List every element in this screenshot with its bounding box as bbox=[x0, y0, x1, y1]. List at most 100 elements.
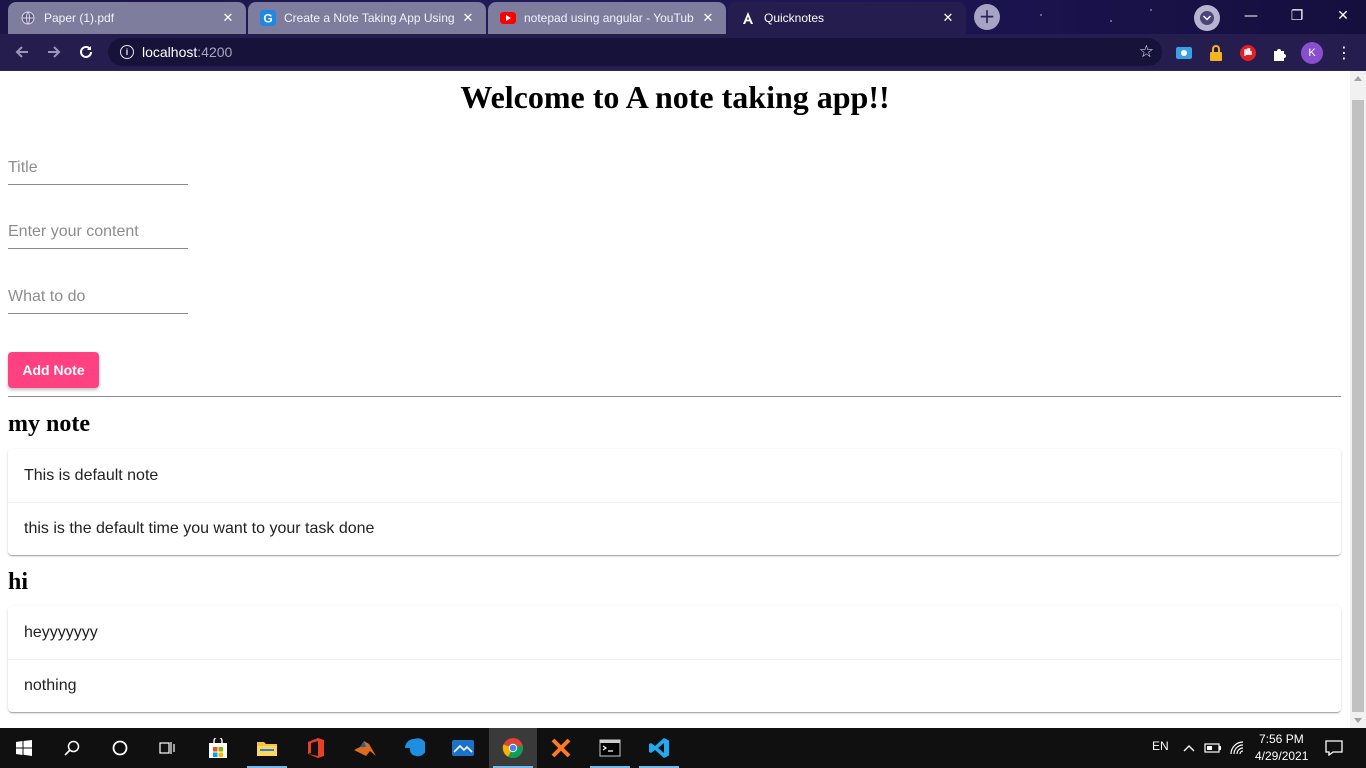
close-tab-icon[interactable]: ✕ bbox=[700, 10, 716, 26]
close-tab-icon[interactable]: ✕ bbox=[220, 10, 236, 26]
angular-icon bbox=[740, 10, 756, 26]
tab-paper-pdf[interactable]: Paper (1).pdf ✕ bbox=[8, 2, 246, 34]
browser-toolbar: i localhost:4200 ☆ K ⋮ bbox=[0, 34, 1366, 71]
minimize-button[interactable]: — bbox=[1228, 0, 1274, 32]
page-title: Welcome to A note taking app!! bbox=[460, 79, 890, 115]
note-title: my note bbox=[8, 411, 90, 437]
windows-taskbar: EN 7:56 PM 4/29/2021 bbox=[0, 728, 1366, 768]
action-center-button[interactable] bbox=[1310, 728, 1358, 768]
store-app[interactable] bbox=[194, 728, 242, 768]
file-explorer-app[interactable] bbox=[243, 728, 291, 768]
page-scrollbar[interactable] bbox=[1350, 71, 1366, 728]
battery-button[interactable] bbox=[1202, 728, 1224, 768]
wifi-button[interactable] bbox=[1227, 728, 1249, 768]
task-view-icon bbox=[159, 742, 175, 754]
clock-time[interactable]: 7:56 PM bbox=[1259, 732, 1304, 746]
search-icon bbox=[64, 740, 80, 756]
photos-app[interactable] bbox=[439, 728, 487, 768]
scroll-up-arrow-icon[interactable] bbox=[1354, 76, 1362, 81]
title-field[interactable] bbox=[8, 145, 188, 185]
g-icon: G bbox=[260, 10, 276, 26]
vscode-app[interactable] bbox=[635, 728, 683, 768]
browser-tab-strip: Paper (1).pdf ✕ G Create a Note Taking A… bbox=[0, 0, 1366, 34]
tab-create-note-app[interactable]: G Create a Note Taking App Using ✕ bbox=[248, 2, 486, 34]
task-view-button[interactable] bbox=[144, 728, 192, 768]
tab-title: Create a Note Taking App Using bbox=[284, 11, 454, 25]
arrow-left-icon bbox=[15, 46, 28, 58]
reload-button[interactable] bbox=[72, 38, 100, 66]
search-button[interactable] bbox=[48, 728, 96, 768]
back-button[interactable] bbox=[8, 38, 36, 66]
content-input[interactable] bbox=[8, 209, 188, 241]
cortana-circle-icon bbox=[112, 740, 128, 756]
show-hidden-icons-button[interactable] bbox=[1178, 728, 1200, 768]
todo-field[interactable] bbox=[8, 274, 188, 314]
battery-icon bbox=[1204, 743, 1221, 753]
scrollbar-thumb[interactable] bbox=[1352, 100, 1364, 712]
language-indicator[interactable]: EN bbox=[1152, 739, 1169, 753]
stop-extension-icon[interactable] bbox=[1238, 43, 1258, 63]
cortana-button[interactable] bbox=[96, 728, 144, 768]
screen-capture-extension-icon[interactable] bbox=[1174, 43, 1194, 63]
wifi-icon bbox=[1230, 741, 1244, 755]
tab-title: notepad using angular - YouTube bbox=[524, 11, 694, 25]
background-star bbox=[1040, 14, 1042, 16]
background-star bbox=[1150, 9, 1152, 11]
globe-icon bbox=[20, 10, 36, 26]
svg-text:G: G bbox=[263, 12, 272, 26]
close-tab-icon[interactable]: ✕ bbox=[940, 10, 956, 26]
bookmark-star-icon[interactable]: ☆ bbox=[1139, 42, 1154, 62]
plus-icon: + bbox=[974, 4, 1000, 30]
todo-input[interactable] bbox=[8, 274, 188, 306]
xampp-app[interactable] bbox=[537, 728, 585, 768]
address-bar[interactable]: i localhost:4200 ☆ bbox=[108, 38, 1162, 66]
forward-button[interactable] bbox=[40, 38, 68, 66]
restore-button[interactable]: ❐ bbox=[1274, 0, 1320, 32]
xampp-icon bbox=[551, 738, 571, 758]
page-viewport: Welcome to A note taking app!! Add Note … bbox=[0, 71, 1350, 728]
chrome-app[interactable] bbox=[489, 728, 537, 768]
office-app[interactable] bbox=[292, 728, 340, 768]
new-tab-button[interactable]: + bbox=[973, 4, 1001, 30]
note-content: heyyyyyyy bbox=[24, 623, 98, 641]
close-tab-icon[interactable]: ✕ bbox=[460, 10, 476, 26]
notification-icon bbox=[1325, 740, 1343, 756]
start-button[interactable] bbox=[0, 728, 48, 768]
more-menu-icon[interactable]: ⋮ bbox=[1336, 41, 1352, 65]
tab-youtube[interactable]: notepad using angular - YouTube ✕ bbox=[488, 2, 726, 34]
tab-search-button[interactable] bbox=[1194, 5, 1220, 31]
chevron-up-icon bbox=[1183, 745, 1195, 752]
close-window-button[interactable]: ✕ bbox=[1320, 0, 1366, 32]
microsoft-store-icon bbox=[209, 738, 227, 758]
note-title: hi bbox=[8, 569, 29, 595]
chrome-icon bbox=[502, 738, 524, 759]
tab-title: Quicknotes bbox=[764, 11, 825, 25]
office-icon bbox=[308, 738, 324, 758]
address-port: :4200 bbox=[197, 44, 233, 60]
profile-avatar[interactable]: K bbox=[1301, 42, 1323, 64]
edge-app[interactable] bbox=[390, 728, 438, 768]
title-input[interactable] bbox=[8, 145, 188, 177]
vscode-icon bbox=[649, 738, 669, 758]
clock-date[interactable]: 4/29/2021 bbox=[1255, 749, 1308, 763]
matlab-icon bbox=[354, 741, 376, 756]
tab-quicknotes[interactable]: Quicknotes ✕ bbox=[728, 2, 966, 34]
lock-extension-icon[interactable] bbox=[1206, 43, 1226, 63]
chevron-down-icon bbox=[1200, 11, 1214, 25]
note-card: heyyyyyyy nothing bbox=[8, 606, 1341, 712]
address-host: localhost bbox=[142, 44, 198, 60]
terminal-app[interactable] bbox=[586, 728, 634, 768]
note-todo: nothing bbox=[8, 659, 1341, 712]
puzzle-extensions-icon[interactable] bbox=[1270, 43, 1290, 63]
divider bbox=[8, 396, 1341, 397]
scroll-down-arrow-icon[interactable] bbox=[1354, 718, 1362, 723]
info-icon[interactable]: i bbox=[120, 45, 134, 59]
add-note-button[interactable]: Add Note bbox=[8, 352, 99, 388]
edge-icon bbox=[405, 738, 425, 757]
note-card: This is default note this is the default… bbox=[8, 449, 1341, 555]
photos-icon bbox=[452, 740, 474, 756]
matlab-app[interactable] bbox=[341, 728, 389, 768]
terminal-icon bbox=[599, 739, 621, 757]
background-star bbox=[1110, 20, 1112, 22]
content-field[interactable] bbox=[8, 209, 188, 249]
